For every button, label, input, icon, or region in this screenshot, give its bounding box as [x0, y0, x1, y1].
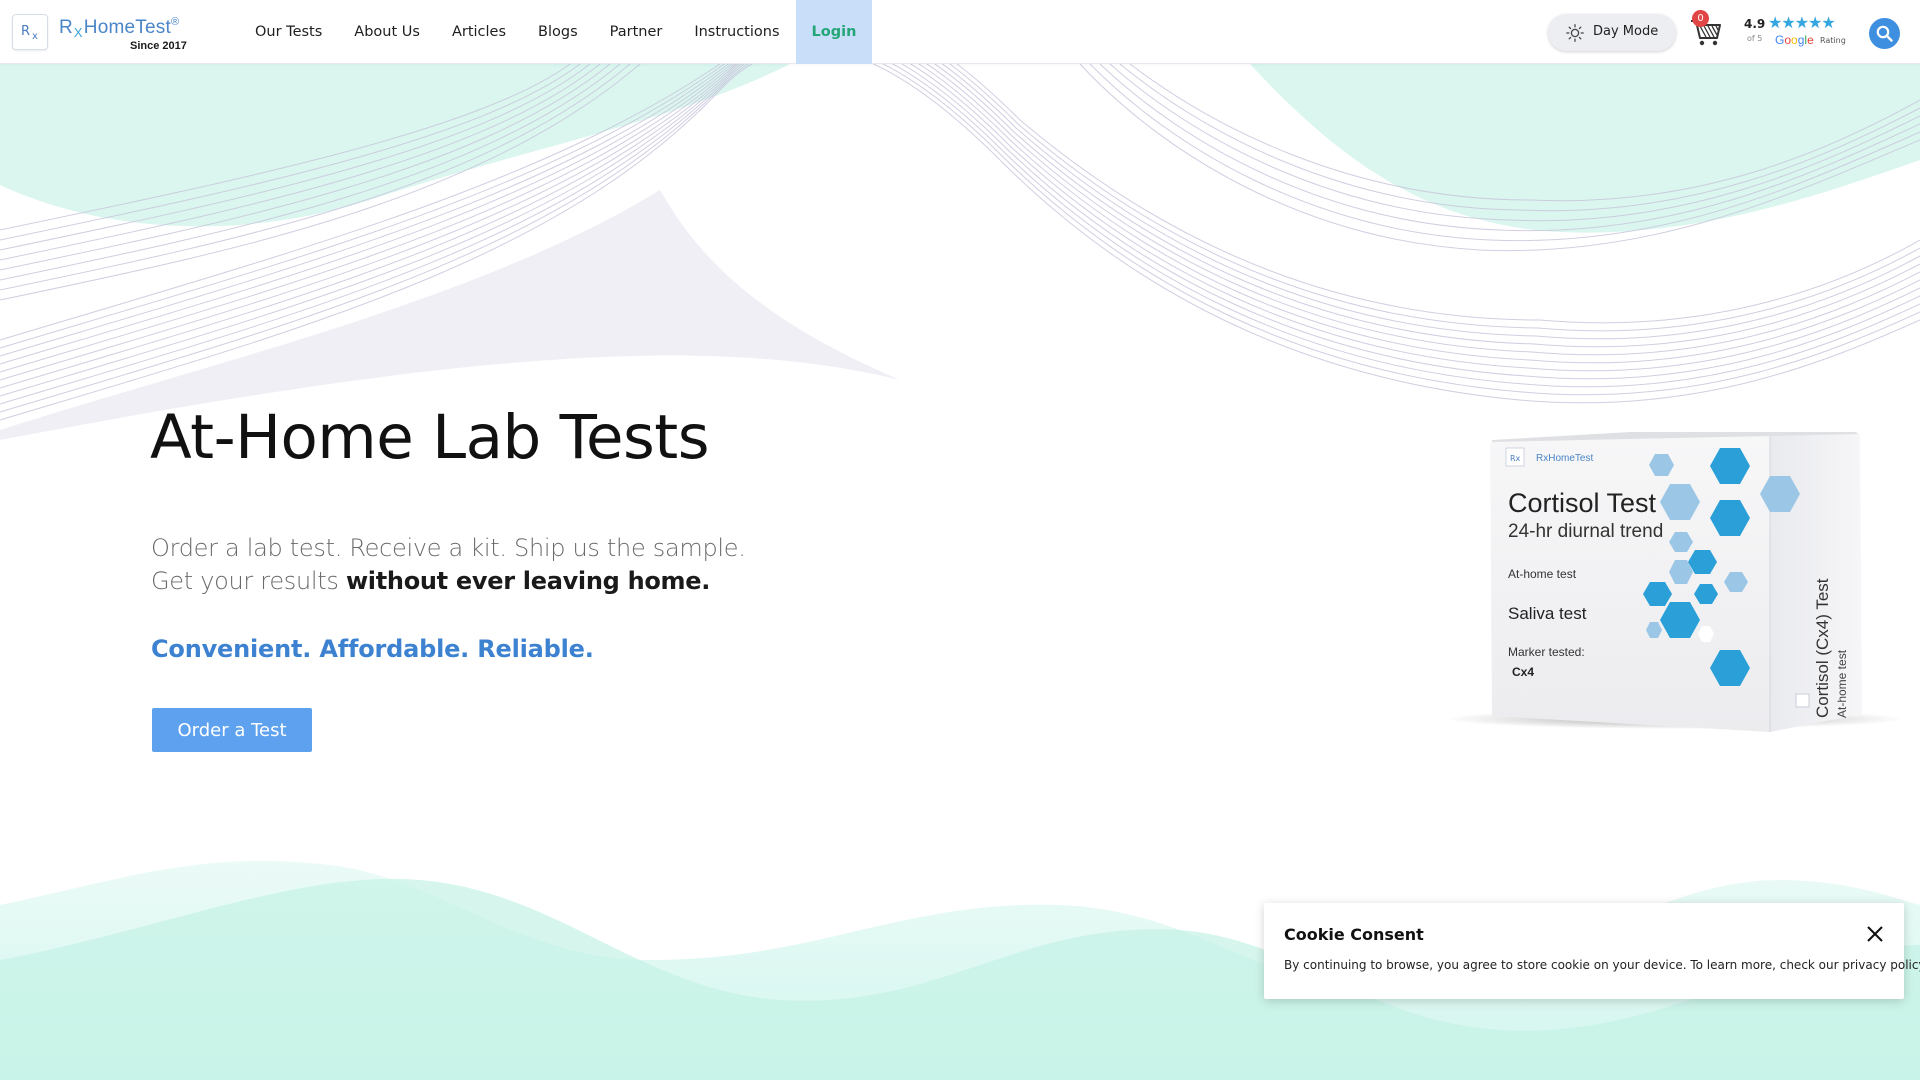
nav-articles[interactable]: Articles — [436, 0, 522, 64]
rating-of: of 5 — [1747, 34, 1763, 43]
hero-tagline: Convenient. Affordable. Reliable. — [151, 635, 594, 663]
svg-text:RxHomeTest: RxHomeTest — [1536, 453, 1593, 464]
day-mode-label: Day Mode — [1593, 24, 1659, 39]
svg-text:At-home test: At-home test — [1835, 649, 1849, 718]
site-header: R x RXHomeTest® Since 2017 Our Tests Abo… — [0, 0, 1920, 64]
logo-since: Since 2017 — [130, 40, 187, 52]
svg-text:Cx4: Cx4 — [1512, 665, 1534, 679]
order-test-button[interactable]: Order a Test — [152, 708, 312, 752]
rating-stars: ★★★★★ — [1768, 13, 1836, 32]
cookie-consent-title: Cookie Consent — [1284, 925, 1424, 944]
rating-label: Rating — [1820, 36, 1846, 45]
google-logo: Google — [1775, 33, 1814, 47]
site-logo[interactable]: R x RXHomeTest® Since 2017 — [12, 11, 202, 55]
main-nav: Our Tests About Us Articles Blogs Partne… — [239, 0, 873, 64]
nav-our-tests[interactable]: Our Tests — [239, 0, 338, 64]
cookie-consent-text: By continuing to browse, you agree to st… — [1284, 958, 1920, 972]
hero-subtitle-line2: Get your results without ever leaving ho… — [151, 567, 711, 595]
search-button[interactable] — [1869, 18, 1900, 49]
logo-mark: R x — [12, 14, 48, 50]
search-icon — [1876, 25, 1893, 42]
cookie-consent-banner: Cookie Consent By continuing to browse, … — [1264, 903, 1920, 999]
rating-score: 4.9 — [1744, 17, 1766, 31]
svg-text:24-hr diurnal trend: 24-hr diurnal trend — [1508, 521, 1663, 542]
sun-icon — [1566, 24, 1584, 42]
nav-about-us[interactable]: About Us — [338, 0, 436, 64]
hero-subtitle-line1: Order a lab test. Receive a kit. Ship us… — [151, 534, 746, 562]
hero-title: At-Home Lab Tests — [150, 402, 710, 473]
nav-blogs[interactable]: Blogs — [522, 0, 594, 64]
svg-text:Cortisol (Cx4) Test: Cortisol (Cx4) Test — [1813, 578, 1832, 718]
close-icon[interactable] — [1864, 923, 1886, 945]
nav-partner[interactable]: Partner — [594, 0, 679, 64]
svg-text:Cortisol Test: Cortisol Test — [1508, 488, 1657, 518]
day-mode-toggle[interactable]: Day Mode — [1548, 14, 1676, 51]
google-rating[interactable]: 4.9 of 5 ★★★★★ Google Rating — [1744, 12, 1859, 52]
cart-count-badge: 0 — [1692, 10, 1709, 27]
svg-text:Rx: Rx — [1510, 454, 1521, 463]
logo-wordmark: RXHomeTest® — [59, 16, 180, 40]
nav-login[interactable]: Login — [795, 0, 873, 64]
svg-text:Marker tested:: Marker tested: — [1508, 645, 1585, 659]
cortisol-test-kit-image: Rx RxHomeTest Cortisol Test 24-hr diurna… — [1445, 432, 1900, 732]
svg-text:Saliva test: Saliva test — [1508, 604, 1587, 623]
hero-subtitle: Order a lab test. Receive a kit. Ship us… — [151, 532, 746, 598]
svg-text:At-home test: At-home test — [1508, 567, 1577, 581]
nav-instructions[interactable]: Instructions — [678, 0, 795, 64]
